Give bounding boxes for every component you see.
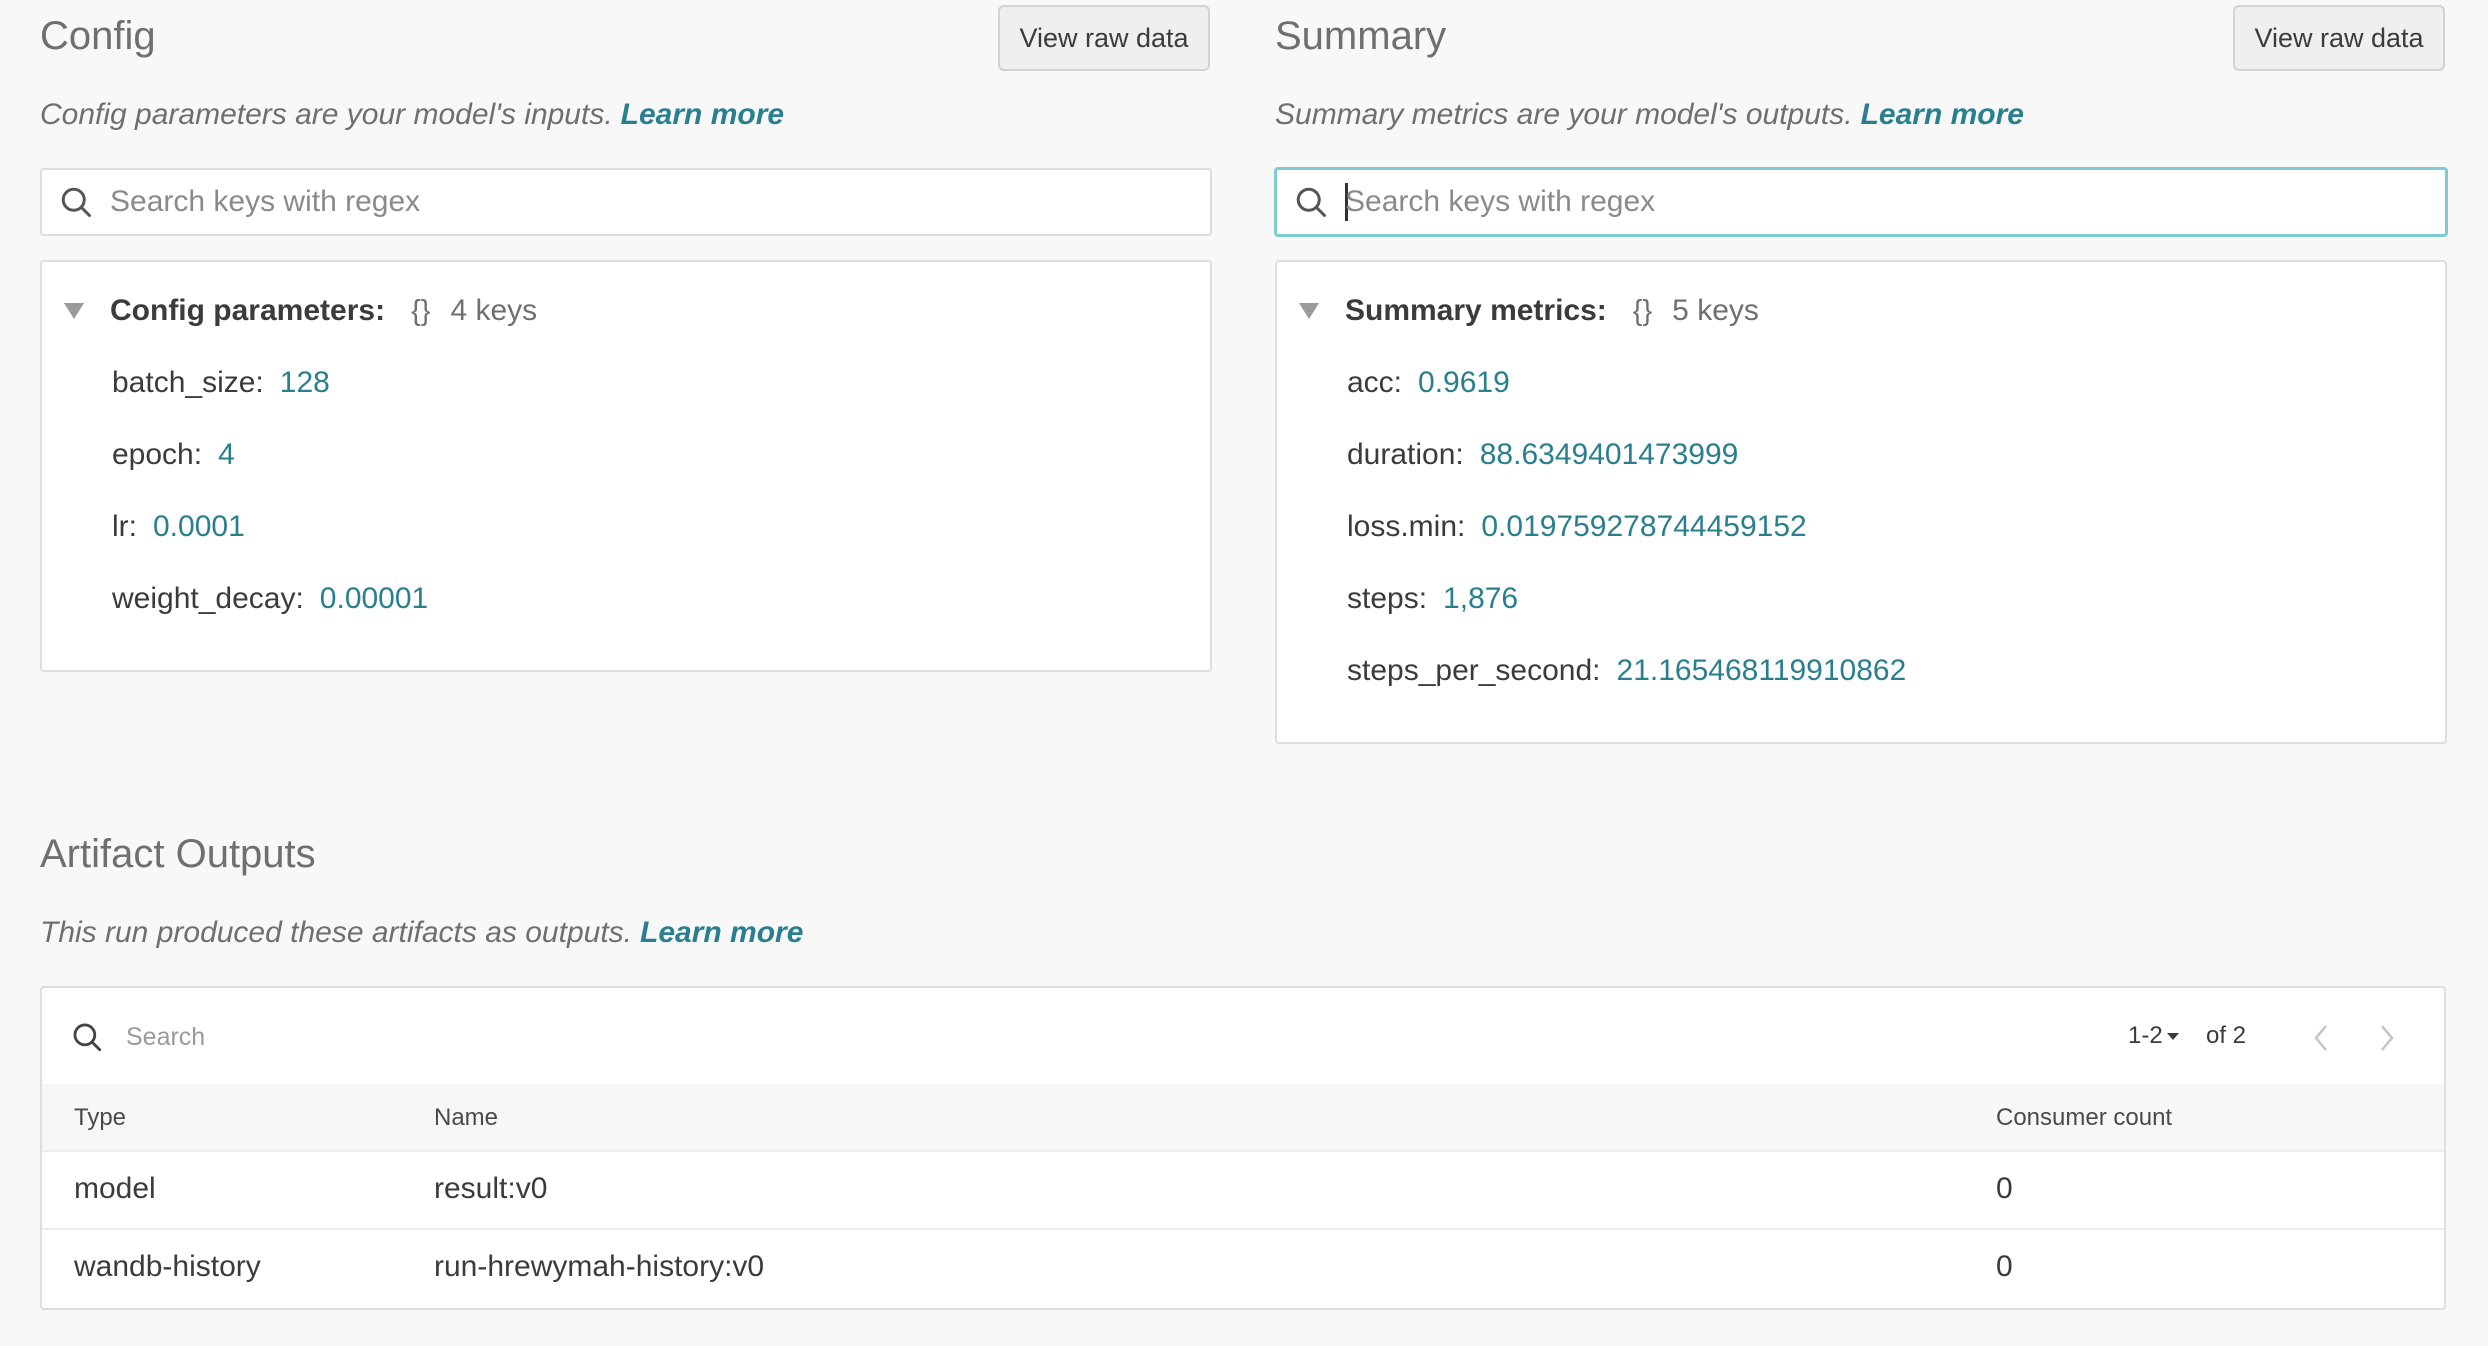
table-row[interactable]: wandb-history run-hrewymah-history:v0 0: [42, 1228, 2444, 1308]
page-total: of 2: [2206, 1022, 2247, 1049]
config-item-epoch: epoch: 4: [112, 438, 235, 471]
object-braces-icon: {}: [1632, 294, 1653, 327]
artifacts-subtitle-text: This run produced these artifacts as out…: [40, 916, 632, 949]
caret-down-icon: [2166, 1032, 2179, 1040]
chevron-left-icon[interactable]: [2312, 1022, 2332, 1054]
table-row[interactable]: model result:v0 0: [42, 1150, 2444, 1230]
artifacts-search[interactable]: [70, 1020, 528, 1054]
collapse-triangle-icon[interactable]: [64, 303, 84, 319]
table-header: Type Name Consumer count: [42, 1084, 2444, 1150]
column-header-type[interactable]: Type: [74, 1104, 126, 1132]
row-type: wandb-history: [74, 1250, 261, 1283]
row-type: model: [74, 1172, 156, 1205]
summary-item-duration: duration: 88.6349401473999: [1347, 438, 1739, 471]
summary-tree-title: Summary metrics:: [1345, 294, 1607, 327]
page-range-value: 1-2: [2128, 1022, 2163, 1049]
summary-learn-more-link[interactable]: Learn more: [1861, 98, 2024, 131]
summary-view-raw-button[interactable]: View raw data: [2233, 5, 2445, 71]
summary-search-input[interactable]: [1345, 185, 2445, 219]
config-item-weight-decay: weight_decay: 0.00001: [112, 582, 429, 615]
summary-subtitle: Summary metrics are your model's outputs…: [1275, 100, 2024, 130]
summary-title: Summary: [1275, 14, 1447, 58]
search-icon: [1296, 187, 1326, 217]
config-learn-more-link[interactable]: Learn more: [621, 98, 784, 131]
config-view-raw-button[interactable]: View raw data: [998, 5, 1210, 71]
search-icon: [73, 1023, 102, 1052]
config-search-box[interactable]: [40, 168, 1212, 236]
summary-item-loss-min: loss.min: 0.019759278744459152: [1347, 510, 1807, 543]
artifacts-search-input[interactable]: [124, 1021, 528, 1053]
summary-search-box[interactable]: [1274, 167, 2448, 237]
artifacts-title: Artifact Outputs: [40, 832, 316, 876]
artifacts-subtitle: This run produced these artifacts as out…: [40, 918, 803, 948]
summary-item-acc: acc: 0.9619: [1347, 366, 1510, 399]
config-tree-panel: Config parameters: {} 4 keys batch_size:…: [40, 260, 1212, 672]
column-header-name[interactable]: Name: [434, 1104, 498, 1132]
config-subtitle-text: Config parameters are your model's input…: [40, 98, 613, 131]
config-key-count: 4 keys: [450, 294, 538, 327]
summary-tree-panel: Summary metrics: {} 5 keys acc: 0.9619 du…: [1275, 260, 2447, 744]
row-consumer-count: 0: [1996, 1172, 2013, 1205]
config-tree-header[interactable]: Config parameters: {} 4 keys: [64, 294, 537, 328]
config-subtitle: Config parameters are your model's input…: [40, 100, 784, 130]
row-consumer-count: 0: [1996, 1250, 2013, 1283]
chevron-right-icon[interactable]: [2376, 1022, 2396, 1054]
artifacts-learn-more-link[interactable]: Learn more: [640, 916, 803, 949]
object-braces-icon: {}: [411, 294, 431, 327]
summary-subtitle-text: Summary metrics are your model's outputs…: [1275, 98, 1853, 131]
summary-item-steps-per-second: steps_per_second: 21.165468119910862: [1347, 654, 1907, 687]
row-name[interactable]: result:v0: [434, 1172, 547, 1206]
config-item-lr: lr: 0.0001: [112, 510, 245, 543]
config-title: Config: [40, 14, 156, 58]
config-item-batch-size: batch_size: 128: [112, 366, 330, 399]
row-name[interactable]: run-hrewymah-history:v0: [434, 1250, 764, 1284]
collapse-triangle-icon[interactable]: [1299, 303, 1319, 319]
page-range-select[interactable]: 1-2: [2128, 1022, 2179, 1050]
artifacts-table: 1-2 of 2 Type Name Consumer count model …: [40, 986, 2446, 1310]
summary-tree-header[interactable]: Summary metrics: {} 5 keys: [1299, 294, 1759, 328]
summary-key-count: 5 keys: [1672, 294, 1759, 327]
search-icon: [61, 187, 91, 217]
config-search-input[interactable]: [110, 185, 1210, 219]
config-tree-title: Config parameters:: [110, 294, 386, 327]
summary-item-steps: steps: 1,876: [1347, 582, 1519, 615]
column-header-consumer-count[interactable]: Consumer count: [1996, 1104, 2172, 1132]
